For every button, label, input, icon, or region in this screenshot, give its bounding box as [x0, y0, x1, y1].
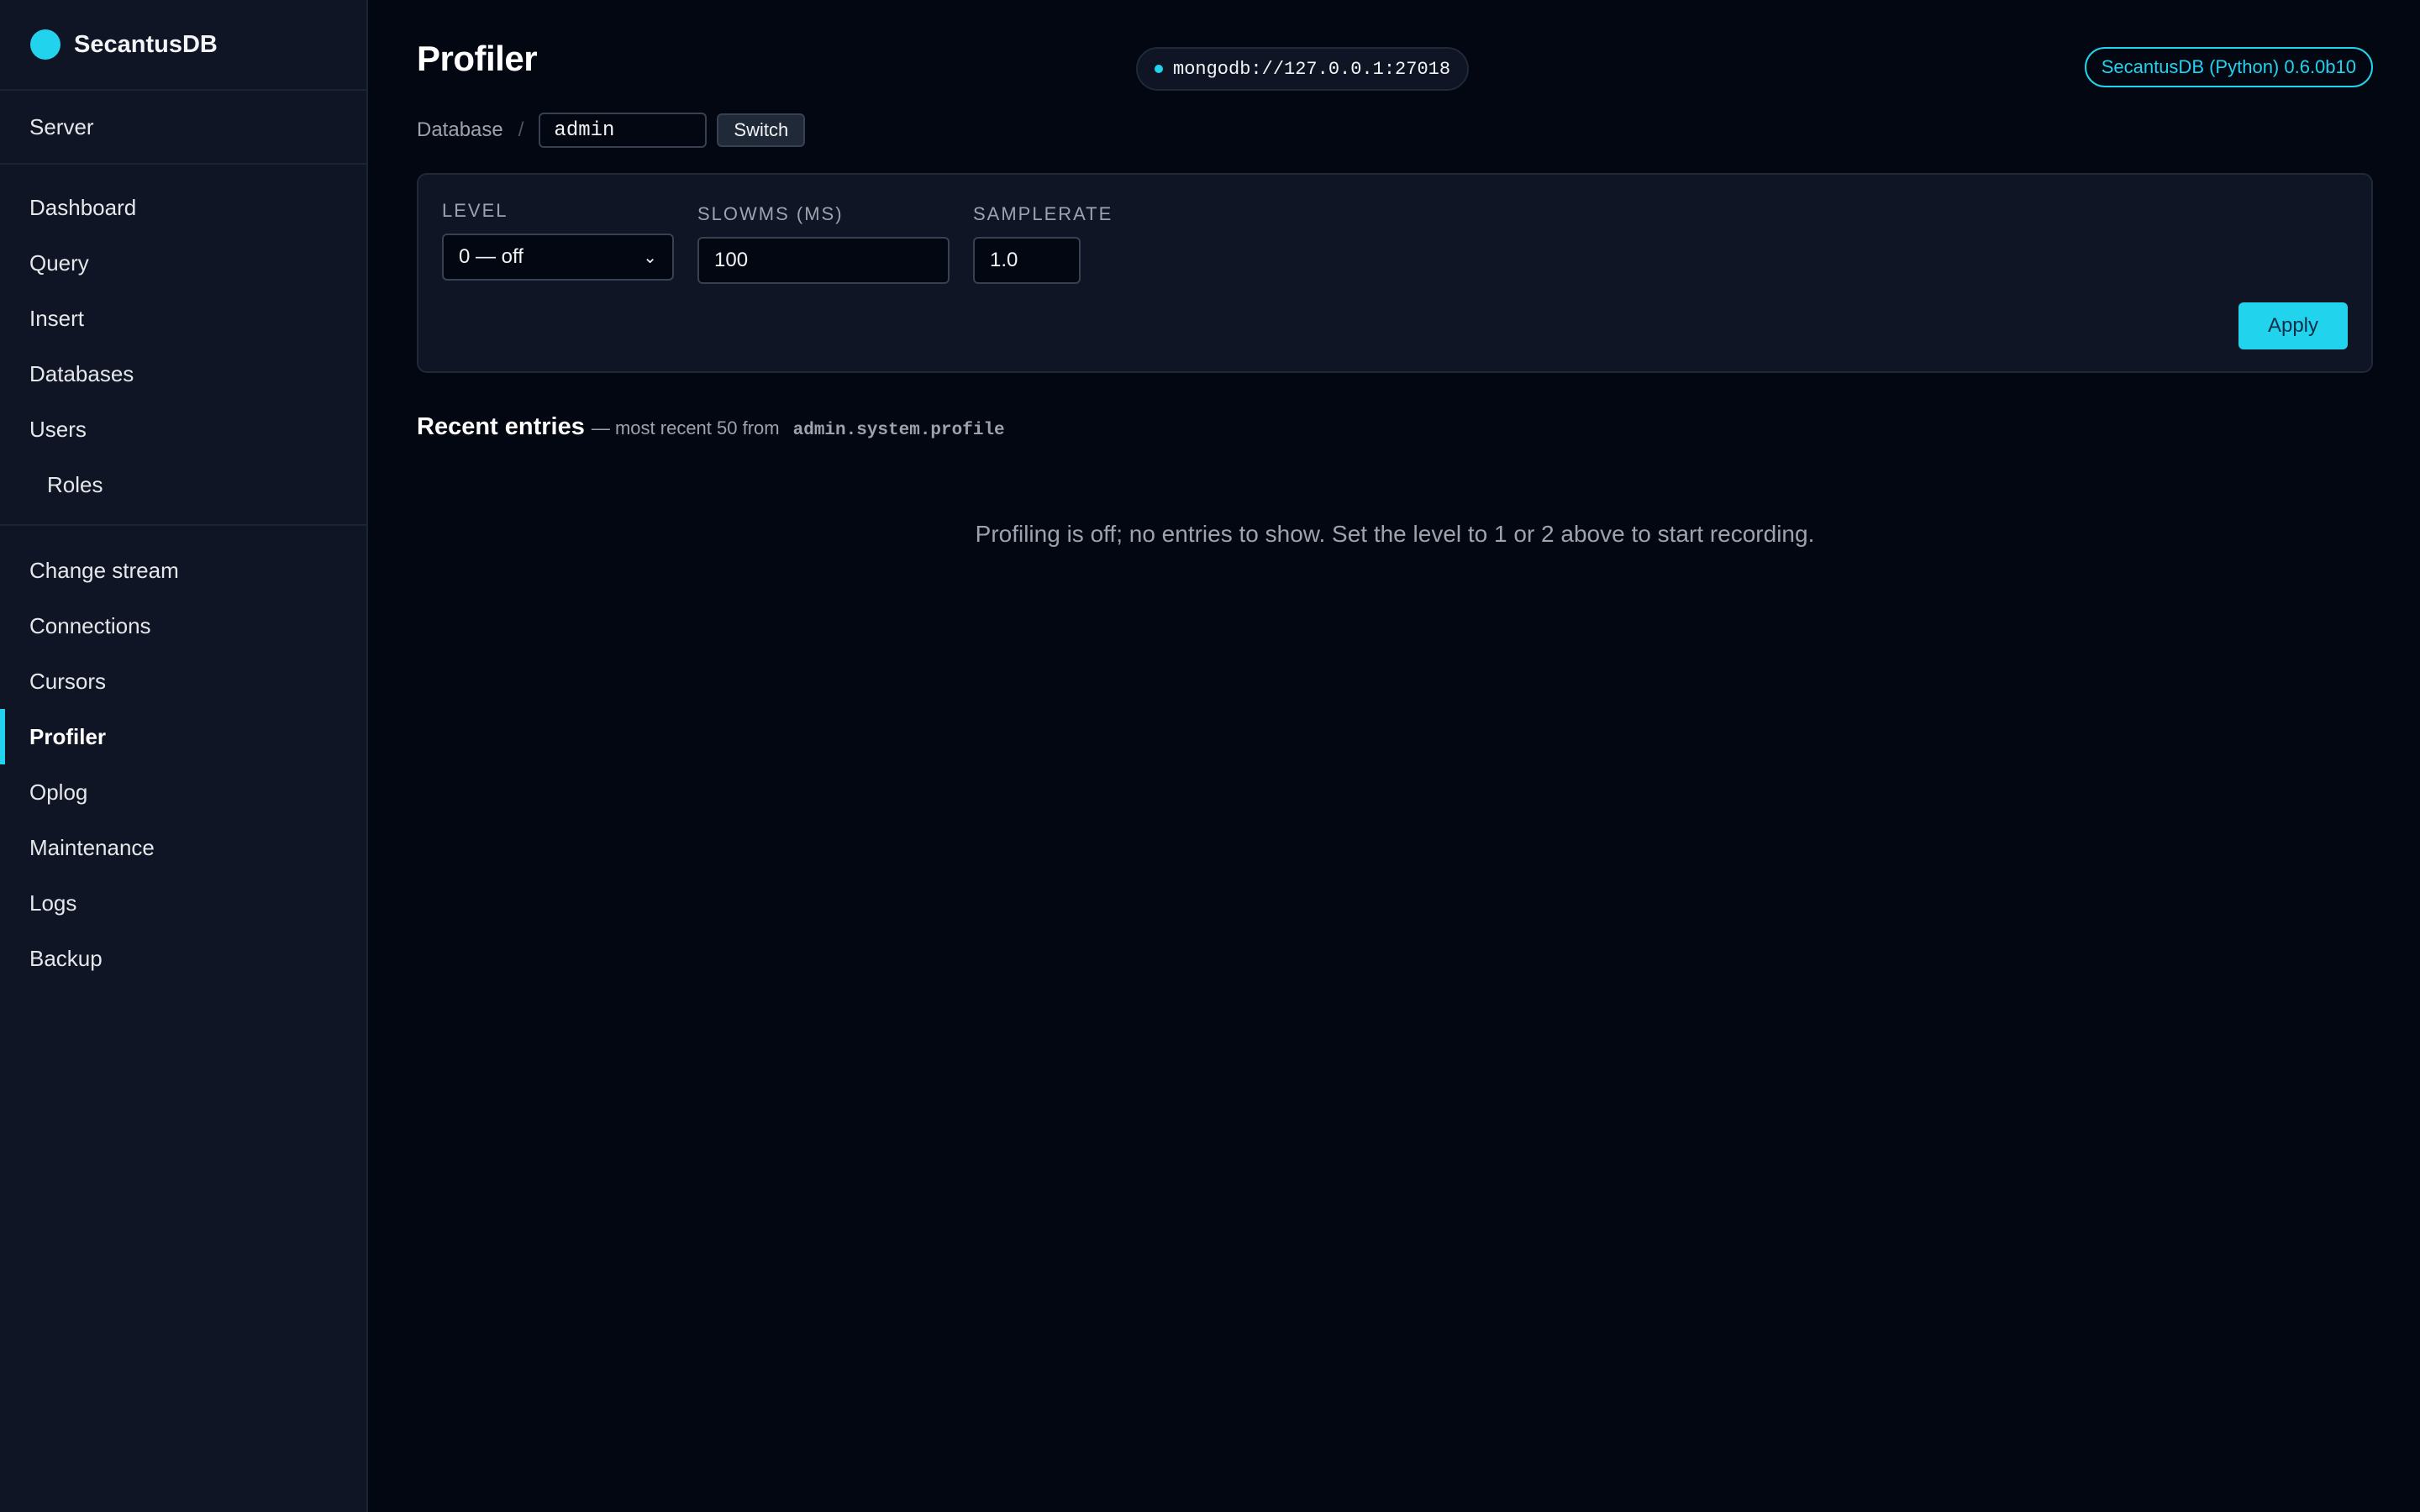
- connection-badge: mongodb://127.0.0.1:27018: [1136, 47, 1470, 91]
- sidebar-item-logs[interactable]: Logs: [0, 875, 366, 931]
- database-input[interactable]: [539, 113, 708, 148]
- slowms-field: Slowms (ms): [697, 203, 950, 284]
- sidebar-item-cursors[interactable]: Cursors: [0, 654, 366, 709]
- breadcrumb: Database / Switch: [417, 113, 806, 148]
- brand-name: SecantusDB: [74, 30, 218, 58]
- breadcrumb-database-label: Database: [417, 118, 503, 141]
- breadcrumb-separator: /: [518, 118, 524, 141]
- sidebar-item-query[interactable]: Query: [0, 235, 366, 291]
- level-field: Level 0 — off ⌄: [442, 200, 674, 281]
- switch-database-button[interactable]: Switch: [717, 113, 806, 147]
- slowms-input[interactable]: [697, 237, 950, 284]
- brand-logo-icon: [30, 29, 60, 60]
- nav-section-server: Server: [0, 91, 366, 165]
- apply-button[interactable]: Apply: [2238, 302, 2348, 349]
- level-select[interactable]: 0 — off ⌄: [442, 234, 674, 281]
- recent-entries-subtitle: — most recent 50 from: [591, 417, 780, 438]
- sidebar-item-maintenance[interactable]: Maintenance: [0, 820, 366, 875]
- sidebar: SecantusDB Server Dashboard Query Insert…: [0, 0, 368, 1512]
- nav-section-tools: Change stream Connections Cursors Profil…: [0, 526, 366, 1003]
- sidebar-item-change-stream[interactable]: Change stream: [0, 543, 366, 598]
- level-select-value: 0 — off: [459, 245, 523, 268]
- connection-status-icon: [1155, 65, 1163, 73]
- sidebar-item-profiler[interactable]: Profiler: [0, 709, 366, 764]
- sidebar-item-backup[interactable]: Backup: [0, 931, 366, 986]
- samplerate-label: Samplerate: [973, 203, 1113, 224]
- sidebar-item-dashboard[interactable]: Dashboard: [0, 180, 366, 235]
- empty-state-message: Profiling is off; no entries to show. Se…: [975, 521, 1815, 547]
- samplerate-input[interactable]: [973, 237, 1081, 284]
- sidebar-item-connections[interactable]: Connections: [0, 598, 366, 654]
- version-badge: SecantusDB (Python) 0.6.0b10: [2084, 47, 2373, 87]
- sidebar-item-roles[interactable]: Roles: [0, 457, 366, 512]
- slowms-label: Slowms (ms): [697, 203, 844, 224]
- recent-entries-title: Recent entries: [417, 413, 585, 440]
- brand[interactable]: SecantusDB: [0, 0, 366, 91]
- sidebar-item-server[interactable]: Server: [0, 99, 366, 155]
- main-content: Profiler mongodb://127.0.0.1:27018 Secan…: [368, 0, 2420, 1512]
- profile-collection-name: admin.system.profile: [792, 421, 1005, 440]
- sidebar-item-databases[interactable]: Databases: [0, 346, 366, 402]
- page-title: Profiler: [417, 39, 538, 78]
- connection-string: mongodb://127.0.0.1:27018: [1173, 58, 1451, 80]
- sidebar-item-users[interactable]: Users: [0, 402, 366, 457]
- chevron-down-icon: ⌄: [643, 248, 657, 267]
- samplerate-field: Samplerate: [973, 203, 1113, 284]
- sidebar-item-insert[interactable]: Insert: [0, 291, 366, 346]
- level-label: Level: [442, 200, 508, 221]
- recent-entries-header: Recent entries — most recent 50 from adm…: [417, 413, 1005, 441]
- nav-section-main: Dashboard Query Insert Databases Users R…: [0, 165, 366, 526]
- profiler-settings-panel: Level 0 — off ⌄ Slowms (ms) Samplerate A…: [417, 173, 2373, 373]
- sidebar-item-oplog[interactable]: Oplog: [0, 764, 366, 820]
